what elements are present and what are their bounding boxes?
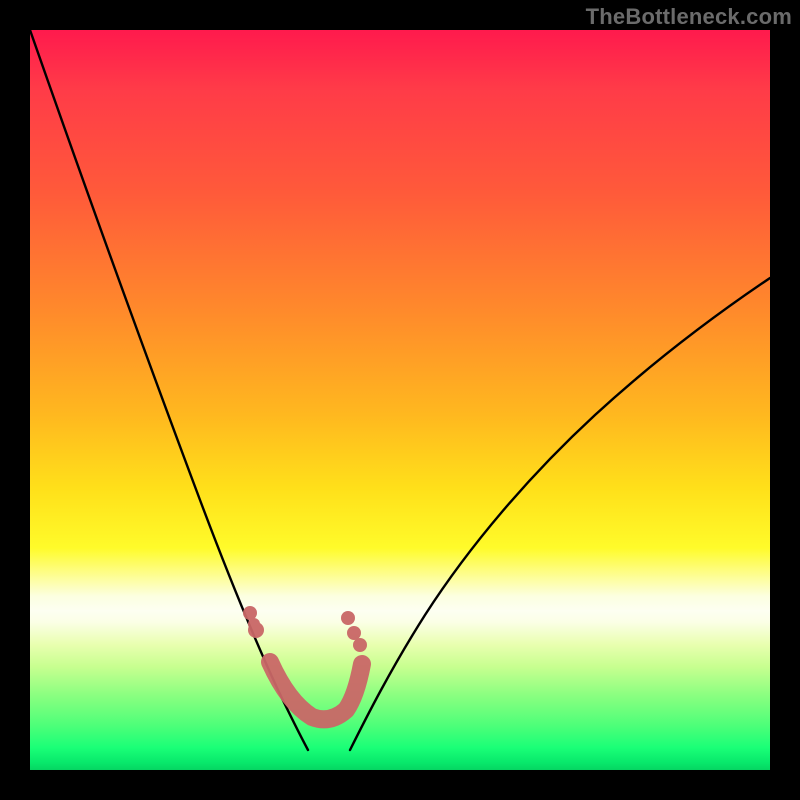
left-curve — [30, 30, 308, 750]
right-curve — [350, 278, 770, 750]
chart-frame: TheBottleneck.com — [0, 0, 800, 800]
chart-svg — [30, 30, 770, 770]
marker-band — [270, 662, 362, 719]
marker-dots — [243, 606, 367, 652]
watermark-text: TheBottleneck.com — [586, 4, 792, 30]
plot-area — [30, 30, 770, 770]
